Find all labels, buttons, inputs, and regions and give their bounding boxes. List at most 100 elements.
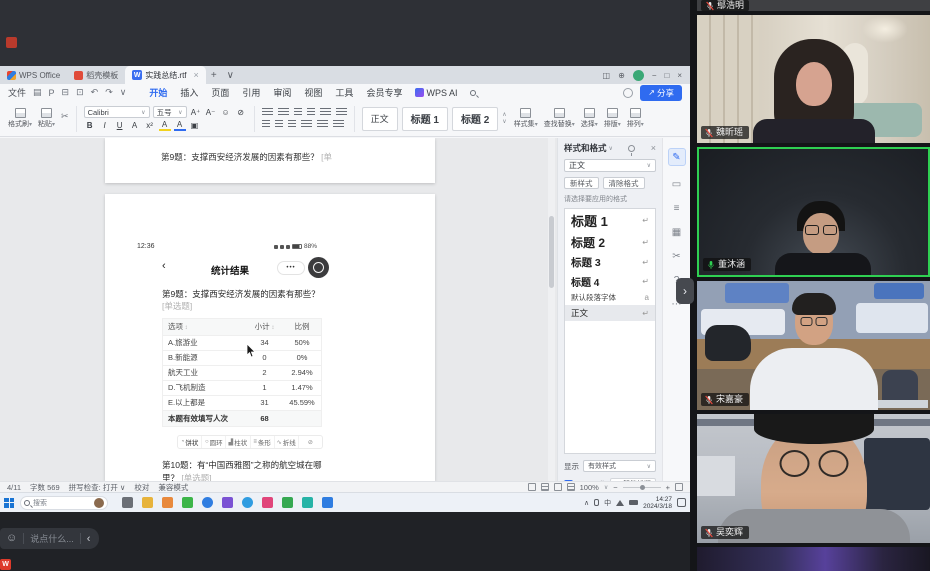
justify-icon[interactable] bbox=[301, 120, 312, 129]
paste-button[interactable]: 粘贴▾ bbox=[38, 108, 55, 129]
account-avatar[interactable] bbox=[633, 70, 644, 81]
ime-indicator[interactable]: 中 bbox=[604, 498, 611, 508]
app-icon[interactable] bbox=[202, 497, 213, 508]
zoom-slider-handle[interactable] bbox=[640, 485, 645, 490]
globe-icon[interactable]: ⊕ bbox=[618, 71, 625, 80]
text-effects-icon[interactable]: ☺ bbox=[220, 108, 232, 117]
ribbon-tab-home[interactable]: 开始 bbox=[149, 86, 167, 99]
decrease-indent-icon[interactable] bbox=[294, 108, 302, 117]
bold-button[interactable]: B bbox=[84, 121, 96, 130]
highlight-color-button[interactable]: A bbox=[159, 120, 171, 131]
superscript-icon[interactable]: x² bbox=[144, 121, 156, 130]
app-icon[interactable] bbox=[282, 497, 293, 508]
typeset-button[interactable]: 排版▾ bbox=[604, 108, 621, 129]
redo-icon[interactable]: ↷ bbox=[105, 87, 113, 98]
scrollbar-thumb[interactable] bbox=[549, 216, 554, 288]
new-tab-button[interactable]: + bbox=[206, 66, 222, 84]
underline-button[interactable]: U bbox=[114, 121, 126, 130]
align-center-icon[interactable] bbox=[275, 120, 283, 129]
ribbon-tab-member[interactable]: 会员专享 bbox=[366, 86, 402, 99]
clip-tool-icon[interactable]: ✂ bbox=[672, 251, 680, 262]
clear-format-icon[interactable]: ⊘ bbox=[235, 108, 247, 117]
tab-docer[interactable]: 稻壳模板 bbox=[67, 66, 125, 84]
zoom-in-button[interactable]: + bbox=[666, 483, 670, 492]
print-icon[interactable]: ⊟ bbox=[62, 87, 70, 98]
distribute-icon[interactable] bbox=[317, 120, 328, 129]
minimize-button[interactable]: − bbox=[652, 71, 657, 80]
window-stack-icon[interactable]: ◫ bbox=[603, 71, 611, 80]
font-family-select[interactable]: Calibri∨ bbox=[84, 106, 150, 118]
shading-icon[interactable] bbox=[333, 120, 344, 129]
open-icon[interactable]: ▤ bbox=[33, 87, 42, 98]
char-shading-icon[interactable]: ▣ bbox=[189, 121, 201, 130]
style-normal[interactable]: 正文 bbox=[362, 107, 398, 131]
document-page-1[interactable]: 第9题：支撑西安经济发展的因素有那些？ [单 bbox=[105, 138, 435, 183]
app-icon[interactable] bbox=[142, 497, 153, 508]
wps-taskbar-icon[interactable]: W bbox=[0, 559, 11, 570]
display-select[interactable]: 有效样式∨ bbox=[583, 460, 656, 472]
line-spacing-icon[interactable] bbox=[336, 108, 347, 117]
mic-tray-icon[interactable] bbox=[594, 499, 599, 506]
app-icon[interactable] bbox=[222, 497, 233, 508]
numbering-icon[interactable] bbox=[278, 108, 289, 117]
zoom-out-button[interactable]: − bbox=[613, 483, 617, 492]
bullets-icon[interactable] bbox=[262, 108, 273, 117]
pin-icon[interactable] bbox=[628, 145, 635, 152]
ribbon-tab-review[interactable]: 审阅 bbox=[273, 86, 291, 99]
start-button[interactable] bbox=[4, 498, 14, 508]
emoji-icon[interactable]: ☺ bbox=[6, 533, 17, 544]
participant-video-partial[interactable]: 鄢浩明 bbox=[697, 0, 930, 11]
style-heading2[interactable]: 标题 2 bbox=[452, 107, 498, 131]
format-painter-button[interactable]: 格式刷▾ bbox=[8, 108, 32, 129]
document-page-2[interactable]: 12:36 88% ‹ 统计结果 ••• 第9题：支撑西安经济发展的因素有那些？… bbox=[105, 194, 435, 481]
quickbar-chevron-icon[interactable]: ∨ bbox=[120, 87, 127, 98]
taskbar-search[interactable]: 搜索 bbox=[20, 496, 108, 510]
outline-view-icon[interactable] bbox=[567, 483, 575, 491]
ribbon-tab-view[interactable]: 视图 bbox=[304, 86, 322, 99]
app-icon[interactable] bbox=[302, 497, 313, 508]
grow-font-icon[interactable]: A⁺ bbox=[190, 108, 202, 117]
style-item-heading4[interactable]: 标题 4↵ bbox=[565, 272, 655, 290]
tab-document[interactable]: W 实践总结.rtf × bbox=[125, 66, 206, 84]
participant-video[interactable]: 吴奕辉 bbox=[697, 414, 930, 543]
sidebar-expand-chevron[interactable]: › bbox=[676, 278, 694, 304]
app-icon[interactable] bbox=[242, 497, 253, 508]
select-button[interactable]: 选择▾ bbox=[581, 108, 598, 129]
align-left-icon[interactable] bbox=[262, 120, 270, 129]
participant-video-partial[interactable] bbox=[697, 547, 930, 571]
ribbon-tab-insert[interactable]: 插入 bbox=[180, 86, 198, 99]
participant-video-speaking[interactable]: 董沐涵 bbox=[697, 147, 930, 277]
app-icon[interactable] bbox=[322, 497, 333, 508]
find-replace-button[interactable]: 查找替换▾ bbox=[544, 108, 575, 129]
ribbon-tab-reference[interactable]: 引用 bbox=[242, 86, 260, 99]
style-item-heading1[interactable]: 标题 1↵ bbox=[565, 209, 655, 232]
efficiency-icon[interactable] bbox=[623, 88, 633, 98]
participant-video[interactable]: 魏昕瑶 bbox=[697, 15, 930, 143]
app-icon[interactable] bbox=[182, 497, 193, 508]
zoom-slider[interactable] bbox=[623, 487, 661, 488]
network-icon[interactable] bbox=[616, 500, 624, 506]
page-view-icon[interactable] bbox=[541, 483, 549, 491]
align-right-icon[interactable] bbox=[288, 120, 296, 129]
app-icon[interactable] bbox=[162, 497, 173, 508]
tab-list-chevron-icon[interactable]: ∨ bbox=[222, 66, 239, 84]
chat-placeholder[interactable]: 说点什么... bbox=[30, 532, 74, 545]
clear-format-button[interactable]: 清除格式 bbox=[603, 177, 645, 189]
strikethrough-icon[interactable]: A bbox=[129, 121, 141, 130]
cut-icon[interactable]: ✂ bbox=[61, 111, 69, 122]
ribbon-tab-wps-ai[interactable]: WPS AI bbox=[415, 88, 457, 98]
battery-icon[interactable] bbox=[629, 500, 638, 505]
document-scrollbar[interactable] bbox=[548, 138, 555, 481]
style-item-heading3[interactable]: 标题 3↵ bbox=[565, 253, 655, 272]
fullscreen-icon[interactable] bbox=[675, 483, 683, 491]
chat-input-bar[interactable]: ☺ 说点什么... ‹ bbox=[0, 528, 99, 549]
app-icon[interactable] bbox=[262, 497, 273, 508]
ribbon-tab-page[interactable]: 页面 bbox=[211, 86, 229, 99]
increase-indent-icon[interactable] bbox=[307, 108, 315, 117]
close-window-button[interactable]: × bbox=[677, 71, 682, 80]
calendar-icon[interactable]: ▦ bbox=[672, 227, 681, 238]
taskbar-clock[interactable]: 14:27 2024/3/18 bbox=[643, 496, 672, 510]
file-menu[interactable]: 文件 bbox=[8, 86, 26, 99]
proofread-button[interactable]: 校对 bbox=[134, 482, 149, 493]
tab-wps-home[interactable]: WPS Office bbox=[0, 66, 67, 84]
